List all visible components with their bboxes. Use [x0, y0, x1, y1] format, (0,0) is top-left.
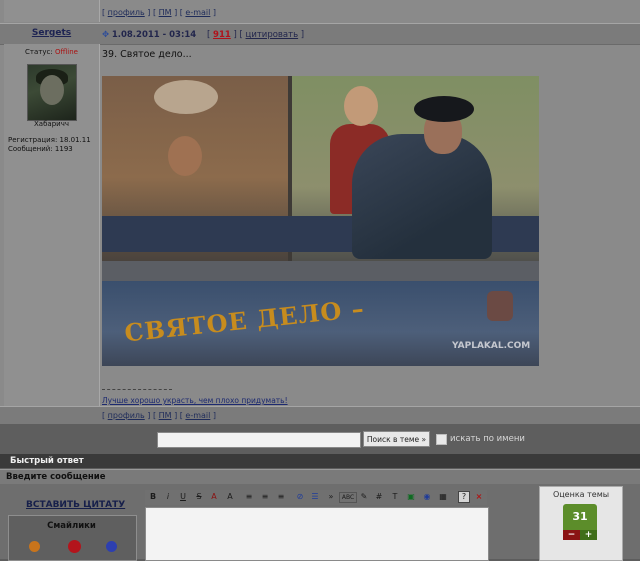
text-button[interactable]: T — [390, 491, 400, 503]
topic-rating-value: 31 — [563, 504, 597, 530]
user-stats: Регистрация: 18.01.11 Сообщений: 1193 — [8, 136, 91, 154]
post-date: 1.08.2011 - 03:14 — [111, 30, 197, 40]
image-button[interactable]: ▣ — [406, 491, 416, 503]
smiley-icon[interactable] — [29, 541, 40, 552]
profile-link[interactable]: профиль — [108, 411, 145, 420]
font-size-button[interactable]: A — [225, 491, 235, 503]
link-button[interactable]: ⊘ — [295, 491, 305, 503]
post-links: [ профиль ] [ ПМ ] [ e-mail ] — [102, 411, 217, 420]
align-right-button[interactable]: ≡ — [276, 491, 286, 503]
rate-down-button[interactable]: − — [563, 530, 580, 540]
quick-reply-header: Быстрый ответ — [0, 454, 640, 468]
bold-button[interactable]: B — [148, 491, 158, 503]
post-meta: ✥ 1.08.2011 - 03:14 [ 911 ] [ цитировать… — [102, 30, 305, 40]
post-image[interactable]: СВЯТОЕ ДЕЛО – YAPLAKAL.COM — [102, 76, 539, 366]
smileys-label: Смайлики — [47, 521, 96, 531]
search-by-name-label: искать по имени — [450, 434, 525, 444]
quote-button[interactable]: » — [326, 491, 336, 503]
signature-divider — [102, 389, 172, 390]
pm-link[interactable]: ПМ — [159, 411, 172, 420]
post-footer-bar — [0, 406, 640, 426]
user-status: Статус: Offline — [25, 48, 78, 56]
email-link[interactable]: e-mail — [185, 8, 210, 17]
smiley-icon[interactable] — [106, 541, 117, 552]
message-count: Сообщений: 1193 — [8, 145, 73, 153]
topic-search-button[interactable]: Поиск в теме » — [363, 431, 430, 447]
message-editor[interactable] — [145, 507, 489, 561]
spoiler-button[interactable]: ▦ — [438, 491, 448, 503]
help-button[interactable]: ? — [458, 491, 470, 503]
pm-link[interactable]: ПМ — [159, 8, 172, 17]
post-number[interactable]: 911 — [213, 30, 231, 40]
topic-search-input[interactable] — [157, 432, 361, 448]
underline-button[interactable]: U — [178, 491, 188, 503]
pen-button[interactable]: ✎ — [359, 491, 369, 503]
email-link[interactable]: e-mail — [185, 411, 210, 420]
signature-link[interactable]: Лучше хорошо украсть, чем плохо придумат… — [102, 396, 288, 405]
strike-button[interactable]: S — [194, 491, 204, 503]
smiley-icon[interactable] — [68, 540, 81, 553]
video-button[interactable]: ◉ — [422, 491, 432, 503]
rate-up-button[interactable]: + — [580, 530, 597, 540]
post-author[interactable]: Sergets — [4, 28, 99, 38]
italic-button[interactable]: i — [163, 491, 173, 503]
hash-button[interactable]: # — [374, 491, 384, 503]
font-color-button[interactable]: A — [209, 491, 219, 503]
avatar — [27, 64, 77, 121]
spellcheck-button[interactable]: ABC — [339, 492, 357, 503]
profile-link[interactable]: профиль — [108, 8, 145, 17]
search-by-name-checkbox[interactable] — [436, 434, 447, 445]
status-offline: Offline — [54, 48, 78, 56]
topic-rating-label: Оценка темы — [552, 490, 610, 499]
align-left-button[interactable]: ≡ — [244, 491, 254, 503]
image-watermark: YAPLAKAL.COM — [452, 341, 531, 351]
enter-message-label: Введите сообщение — [0, 469, 640, 485]
post-title: 39. Святое дело... — [102, 49, 192, 60]
post-link-icon[interactable]: ✥ — [102, 30, 109, 40]
user-caption: Хабаричч — [34, 120, 69, 128]
quote-link[interactable]: цитировать — [246, 30, 299, 40]
list-button[interactable]: ☰ — [310, 491, 320, 503]
registration-date: Регистрация: 18.01.11 — [8, 136, 91, 144]
align-center-button[interactable]: ≡ — [260, 491, 270, 503]
clear-button[interactable]: × — [474, 491, 484, 503]
prev-post-sidebar — [4, 0, 100, 22]
eagle-emblem-icon — [487, 291, 513, 321]
prev-post-links: [ профиль ] [ ПМ ] [ e-mail ] — [102, 8, 217, 17]
insert-quote-link[interactable]: ВСТАВИТЬ ЦИТАТУ — [26, 500, 125, 510]
